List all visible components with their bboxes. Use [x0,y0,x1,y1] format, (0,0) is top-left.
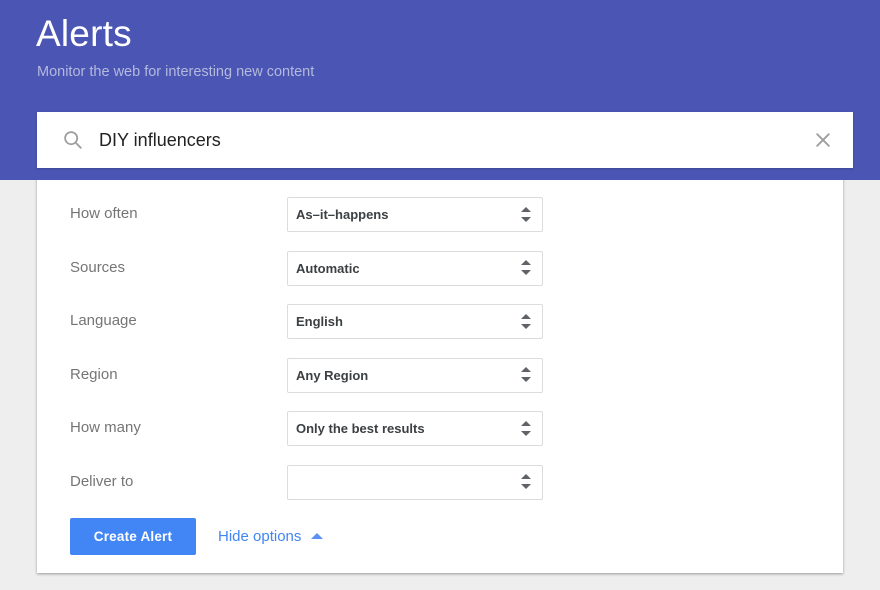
select-region[interactable]: Any Region [287,358,543,393]
search-icon [62,129,84,151]
spinner-arrows-icon[interactable] [514,469,538,495]
option-row-deliver-to: Deliver to [37,448,843,502]
select-how-many[interactable]: Only the best results [287,411,543,446]
option-label-sources: Sources [70,259,125,277]
spinner-arrows-icon[interactable] [514,416,538,442]
select-how-often[interactable]: As–it–happens [287,197,543,232]
option-row-how-often: How often As–it–happens [37,180,843,234]
form-actions: Create Alert Hide options [37,516,843,556]
spinner-arrows-icon[interactable] [514,255,538,281]
page-subtitle: Monitor the web for interesting new cont… [37,62,314,82]
search-input[interactable]: DIY influencers [99,130,803,151]
spinner-arrows-icon[interactable] [514,202,538,228]
option-label-language: Language [70,312,137,330]
option-row-sources: Sources Automatic [37,234,843,288]
hide-options-label: Hide options [218,528,301,545]
spinner-arrows-icon[interactable] [514,309,538,335]
alert-options-form: How often As–it–happens Sources Automati… [37,180,843,501]
option-row-region: Region Any Region [37,341,843,395]
option-row-how-many: How many Only the best results [37,394,843,448]
select-sources[interactable]: Automatic [287,251,543,286]
select-deliver-to[interactable] [287,465,543,500]
create-alert-button[interactable]: Create Alert [70,518,196,555]
select-how-many-value: Only the best results [288,421,514,436]
select-how-often-value: As–it–happens [288,207,514,222]
alert-search-box[interactable]: DIY influencers [37,112,853,168]
close-icon[interactable] [803,120,843,160]
option-label-region: Region [70,366,118,384]
spinner-arrows-icon[interactable] [514,362,538,388]
option-label-how-many: How many [70,419,141,437]
option-row-language: Language English [37,287,843,341]
hide-options-toggle[interactable]: Hide options [218,528,323,545]
page-header: Alerts Monitor the web for interesting n… [0,0,880,180]
select-language[interactable]: English [287,304,543,339]
alerts-page: How often As–it–happens Sources Automati… [0,0,880,590]
option-label-deliver-to: Deliver to [70,473,133,491]
select-region-value: Any Region [288,368,514,383]
select-language-value: English [288,314,514,329]
page-title: Alerts [36,12,132,56]
option-label-how-often: How often [70,205,138,223]
caret-up-icon [311,533,323,539]
select-sources-value: Automatic [288,261,514,276]
